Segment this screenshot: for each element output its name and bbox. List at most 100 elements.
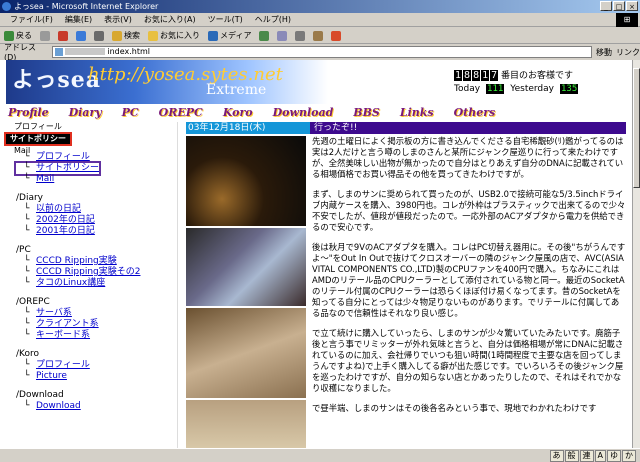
sitemap-tree: プロフィール サイトポリシー Mail /Diary 以前の日記 2002年の日… — [13, 152, 140, 412]
menu-file[interactable]: ファイル(F) — [4, 13, 59, 26]
menu-view[interactable]: 表示(V) — [98, 13, 138, 26]
stop-button[interactable] — [58, 30, 68, 41]
media-button[interactable]: メディア — [208, 30, 251, 41]
window-controls: _ □ × — [600, 1, 638, 11]
dropdown-item-profile[interactable]: プロフィール — [4, 122, 72, 132]
tree-leaf[interactable]: プロフィール — [16, 152, 140, 163]
tree-leaf[interactable]: Picture — [16, 371, 140, 382]
close-button[interactable]: × — [626, 1, 638, 11]
photo-drive-case — [186, 228, 306, 306]
scrollbar-thumb[interactable] — [633, 68, 640, 188]
today-label: Today — [454, 84, 481, 94]
entry-paragraph: で昼半端、しまのサンはその後各名みという事で、現地でわかれたわけです — [312, 403, 597, 413]
nav-pc[interactable]: PC — [122, 106, 139, 119]
nav-others[interactable]: Others — [454, 106, 496, 119]
counter-digit: 7 — [490, 70, 499, 81]
tree-group-title: /Diary — [16, 193, 44, 203]
sidebar: プロフィール サイトポリシー Mail プロフィール サイトポリシー Mail … — [0, 122, 178, 448]
tree-leaf[interactable]: 2002年の日記 — [16, 215, 140, 226]
nav-bbs[interactable]: BBS — [353, 106, 380, 119]
history-button[interactable] — [259, 30, 270, 41]
ime-conversion[interactable]: 連 — [579, 450, 594, 462]
nav-profile[interactable]: Profile — [8, 106, 49, 119]
tree-group-title: /PC — [16, 245, 31, 255]
counter-suffix: 番目のお客様です — [501, 71, 574, 81]
ime-kana[interactable]: か — [622, 450, 636, 462]
nav-koro[interactable]: Koro — [223, 106, 253, 119]
ime-toolbar: あ 般 連 A ゆ か — [549, 450, 636, 462]
diary-entry: 03年12月18日(木) 行ったぞ!! 先週の土曜日によく掲示板の方に書き込んで… — [186, 122, 626, 448]
menu-favorites[interactable]: お気に入り(A) — [138, 13, 202, 26]
dropdown-item-sitepolicy[interactable]: サイトポリシー — [4, 132, 72, 146]
minimize-button[interactable]: _ — [600, 1, 612, 11]
maximize-button[interactable]: □ — [613, 1, 625, 11]
search-icon — [112, 30, 122, 41]
edit-button[interactable] — [313, 30, 324, 41]
counter-digit: 8 — [463, 70, 472, 81]
tree-leaf[interactable]: CCCD Ripping実験その2 — [16, 267, 140, 278]
nav-download[interactable]: Download — [273, 106, 334, 119]
yesterday-value: 135 — [560, 84, 579, 94]
photo-memory — [186, 400, 306, 448]
entry-date: 03年12月18日(木) — [186, 122, 310, 134]
tree-leaf-selected[interactable]: サイトポリシー — [13, 161, 102, 176]
site-banner: よっsea http://yosea.sytes.net Extreme 1 8… — [0, 60, 632, 104]
tree-group-title: /Download — [16, 390, 64, 400]
print-button[interactable] — [295, 30, 306, 41]
entry-paragraph: 先週の土曜日によく掲示板の方に書き込んでくださる自宅稀覯砂(ﾘ)鑑がってるのは実… — [312, 136, 624, 179]
favorites-icon — [148, 30, 158, 41]
address-label: アドレス(D) — [4, 43, 36, 62]
tree-leaf[interactable]: Download — [16, 401, 140, 412]
messenger-button[interactable] — [331, 30, 342, 41]
vertical-scrollbar[interactable] — [632, 60, 640, 448]
counter-digit: 8 — [472, 70, 481, 81]
refresh-icon — [76, 30, 86, 41]
window-titlebar: よっsea - Microsoft Internet Explorer _ □ … — [0, 0, 640, 13]
back-button[interactable]: 戻る — [4, 30, 32, 41]
home-icon — [94, 30, 104, 41]
menu-edit[interactable]: 編集(E) — [59, 13, 98, 26]
forward-button[interactable] — [40, 30, 50, 41]
tree-leaf[interactable]: サーバ系 — [16, 308, 140, 319]
address-value: index.html — [107, 47, 151, 56]
print-icon — [295, 30, 306, 41]
tree-leaf[interactable]: 2001年の日記 — [16, 226, 140, 237]
tree-group-main: プロフィール サイトポリシー Mail — [13, 152, 140, 185]
menu-tools[interactable]: ツール(T) — [202, 13, 249, 26]
back-label: 戻る — [16, 31, 32, 40]
links-button[interactable]: リンク — [616, 47, 640, 58]
address-input[interactable]: index.html — [52, 46, 593, 58]
refresh-button[interactable] — [76, 30, 86, 41]
page-content: よっsea http://yosea.sytes.net Extreme 1 8… — [0, 60, 632, 448]
favorites-label: お気に入り — [160, 31, 200, 40]
visitor-counter: 1 8 8 1 7 番目のお客様です — [454, 68, 573, 81]
address-redacted — [65, 48, 106, 55]
tree-leaf[interactable]: キーボード系 — [16, 330, 140, 341]
entry-body: 先週の土曜日によく掲示板の方に書き込んでくださる自宅稀覯砂(ﾘ)鑑がってるのは実… — [312, 136, 626, 423]
home-button[interactable] — [94, 30, 104, 41]
nav-orepc[interactable]: OREPC — [159, 106, 203, 119]
mail-icon — [277, 30, 288, 41]
tree-group-download: /Download Download — [16, 390, 140, 412]
search-button[interactable]: 検索 — [112, 30, 140, 41]
mail-button[interactable] — [277, 30, 288, 41]
ime-input[interactable]: ゆ — [607, 450, 621, 462]
counter-digit: 1 — [481, 70, 490, 81]
tree-leaf[interactable]: Mail — [16, 174, 140, 185]
tree-leaf[interactable]: プロフィール — [16, 360, 140, 371]
tree-leaf[interactable]: 以前の日記 — [16, 204, 140, 215]
nav-links[interactable]: Links — [400, 106, 434, 119]
ime-convert[interactable]: 般 — [564, 450, 579, 462]
menu-help[interactable]: ヘルプ(H) — [249, 13, 297, 26]
history-icon — [259, 30, 270, 41]
tree-leaf[interactable]: CCCD Ripping実験 — [16, 256, 140, 267]
nav-diary[interactable]: Diary — [69, 106, 102, 119]
tree-leaf[interactable]: クライアント系 — [16, 319, 140, 330]
yesterday-label: Yesterday — [510, 84, 554, 94]
tree-leaf[interactable]: タコのLinux講座 — [16, 278, 140, 289]
favorites-button[interactable]: お気に入り — [148, 30, 200, 41]
media-label: メディア — [220, 31, 252, 40]
ime-alpha[interactable]: A — [594, 450, 606, 462]
go-button[interactable]: 移動 — [596, 47, 612, 58]
ime-mode[interactable]: あ — [549, 450, 564, 462]
